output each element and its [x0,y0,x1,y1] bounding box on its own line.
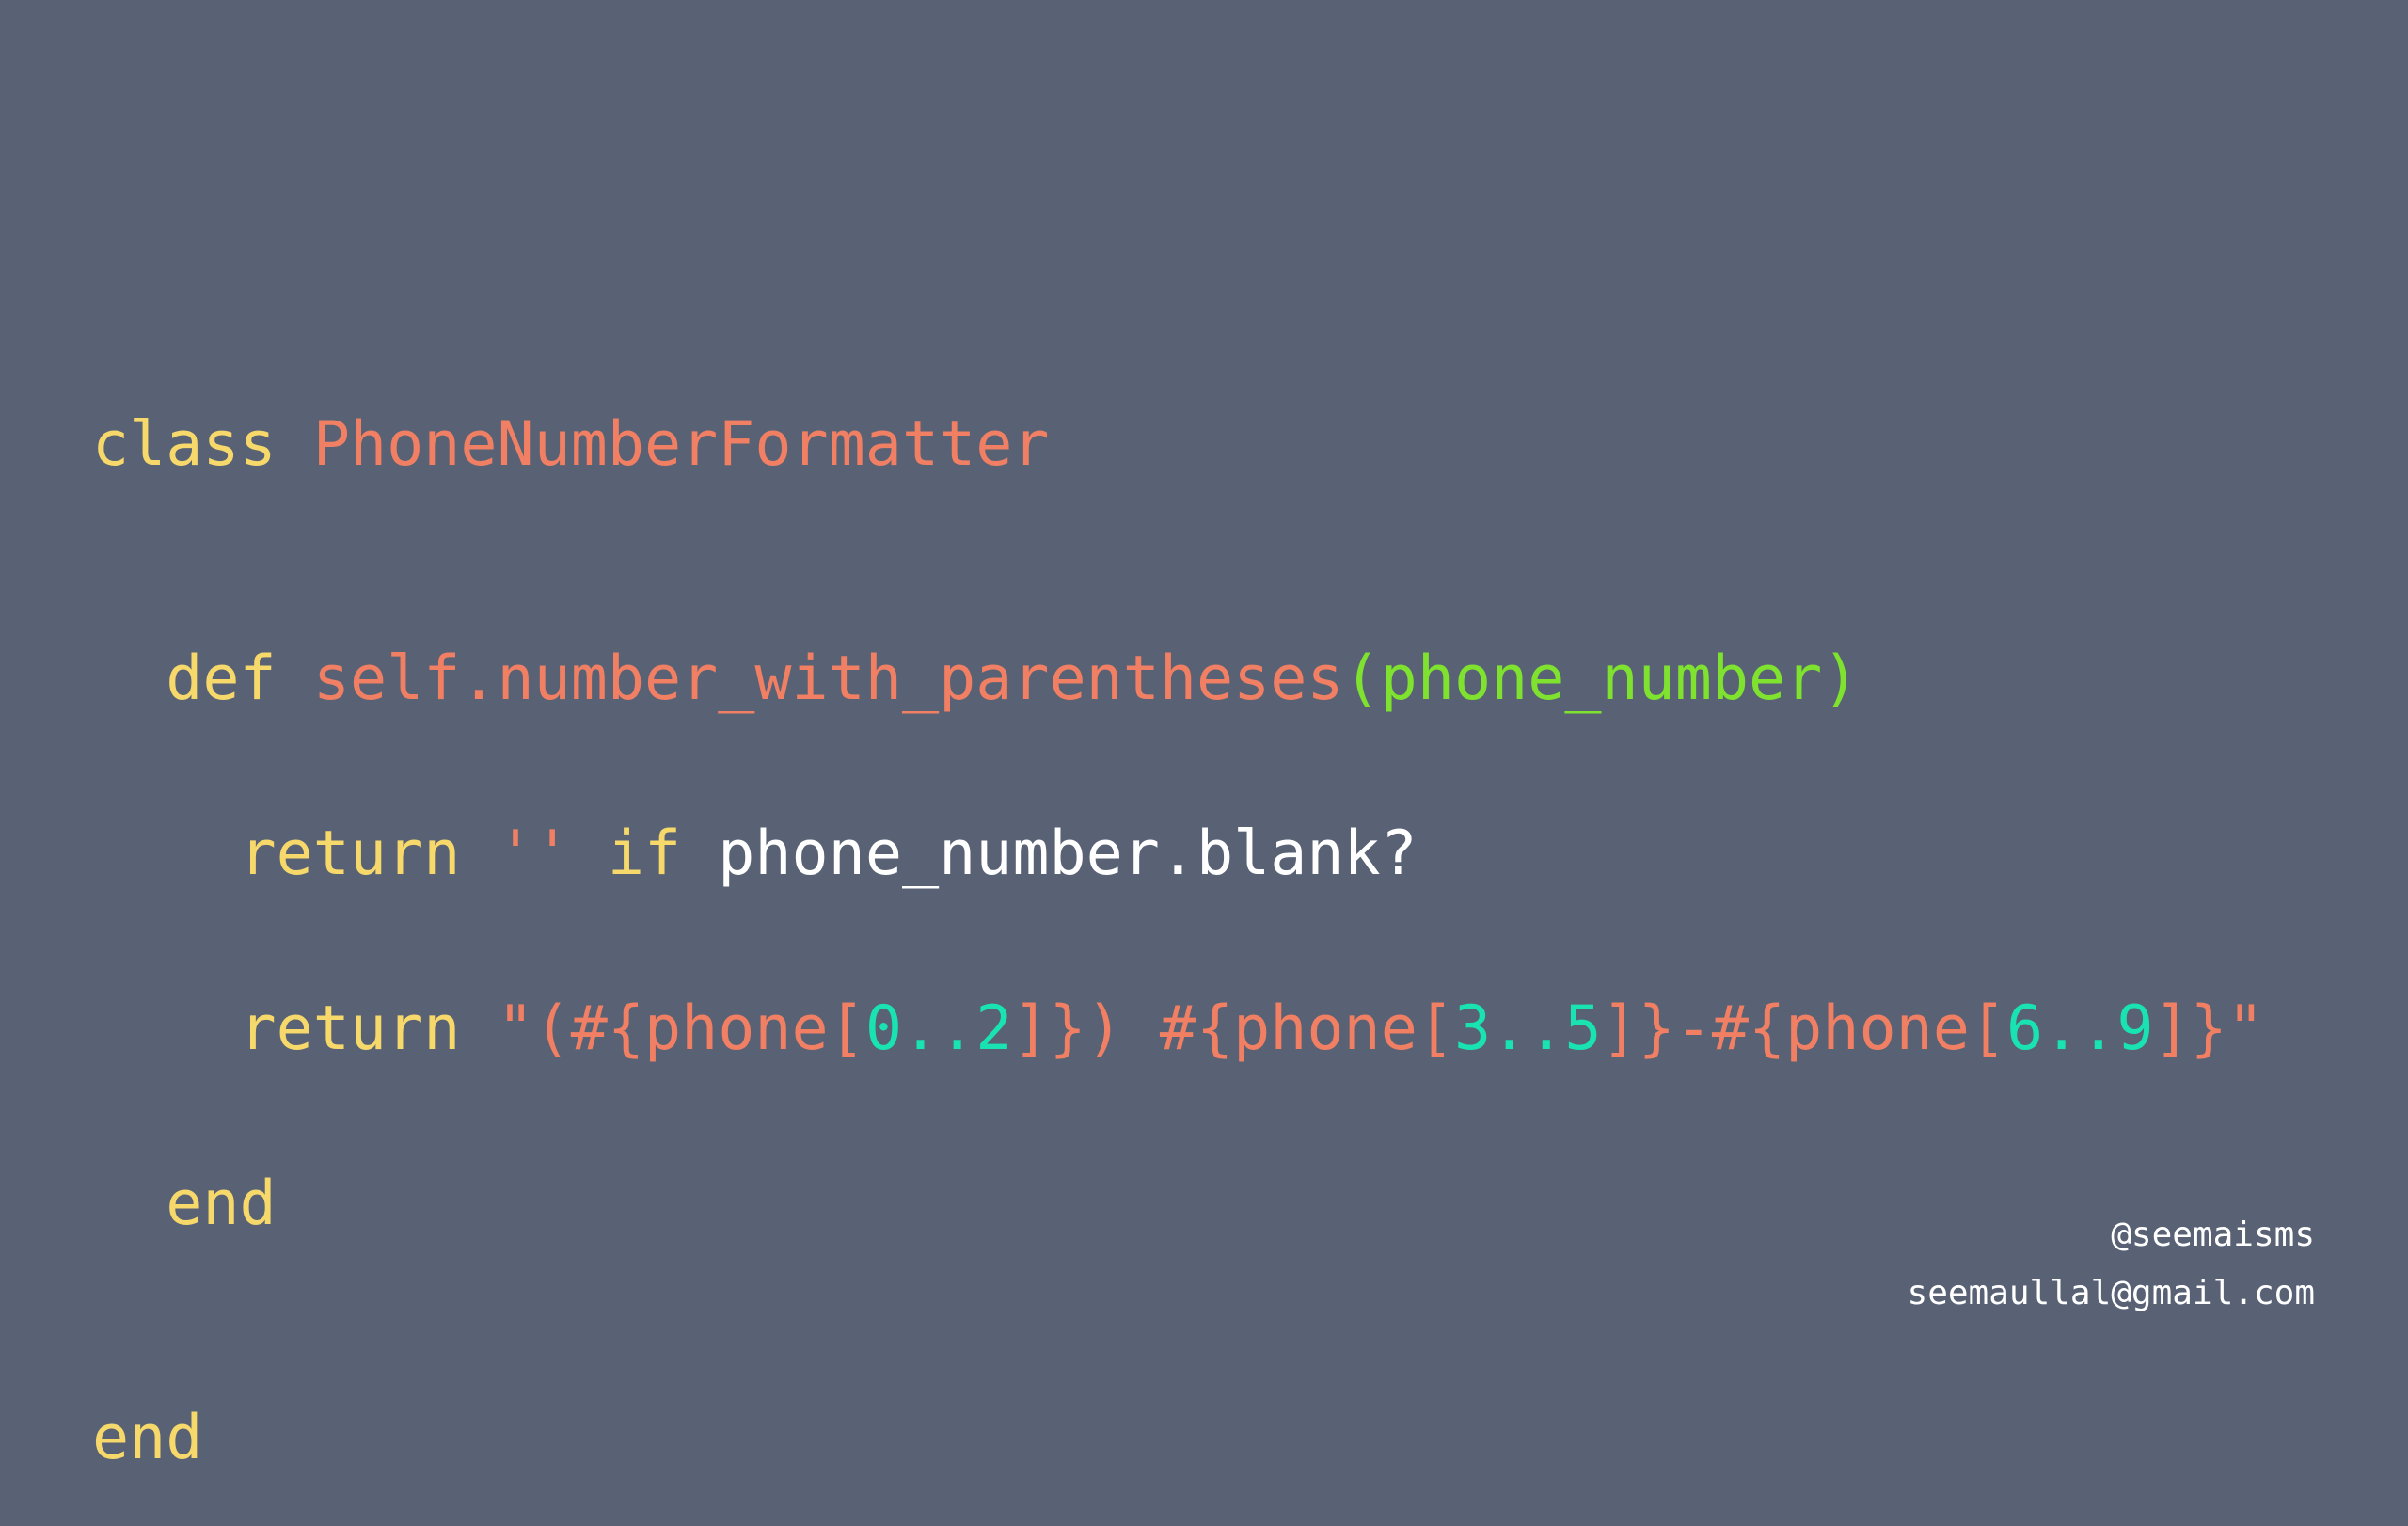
twitter-handle: @seemaisms [2111,1216,2315,1254]
code-token: 3..5 [1453,993,1602,1064]
code-token: end [92,1403,203,1473]
code-token: ]}" [2153,993,2264,1064]
code-line-method-end: end [92,1173,2264,1234]
code-line-class-declaration: class PhoneNumberFormatter [92,414,2264,475]
code-token: def [92,644,313,714]
code-token: ]}) #{phone[ [1012,993,1454,1064]
code-token: (phone_number) [1343,644,1860,714]
code-token: "(#{phone[ [497,993,865,1064]
code-line-guard-return: return '' if phone_number.blank? [92,823,2264,884]
code-token: class [92,409,313,480]
code-token: end [92,1168,277,1239]
code-token: '' [497,819,608,889]
code-line-class-end: end [92,1407,2264,1469]
code-token: return [92,819,498,889]
slide: { "colors": { "background": "#586274", "… [0,0,2408,1469]
code-token: self.number_with_parentheses [312,644,1344,714]
code-token: if [607,819,719,889]
code-token: return [92,993,498,1064]
email-address: seemaullal@gmail.com [1907,1274,2315,1312]
code-token: 0..2 [864,993,1013,1064]
code-line-format-return: return "(#{phone[0..2]}) #{phone[3..5]}-… [92,998,2264,1059]
code-token: ]}-#{phone[ [1601,993,2006,1064]
code-token: 6..9 [2005,993,2154,1064]
code-line-method-def: def self.number_with_parentheses(phone_n… [92,648,2264,709]
code-token: PhoneNumberFormatter [312,409,1050,480]
code-block: class PhoneNumberFormatter def self.numb… [92,358,2264,1526]
code-token: phone_number.blank? [718,819,1418,889]
